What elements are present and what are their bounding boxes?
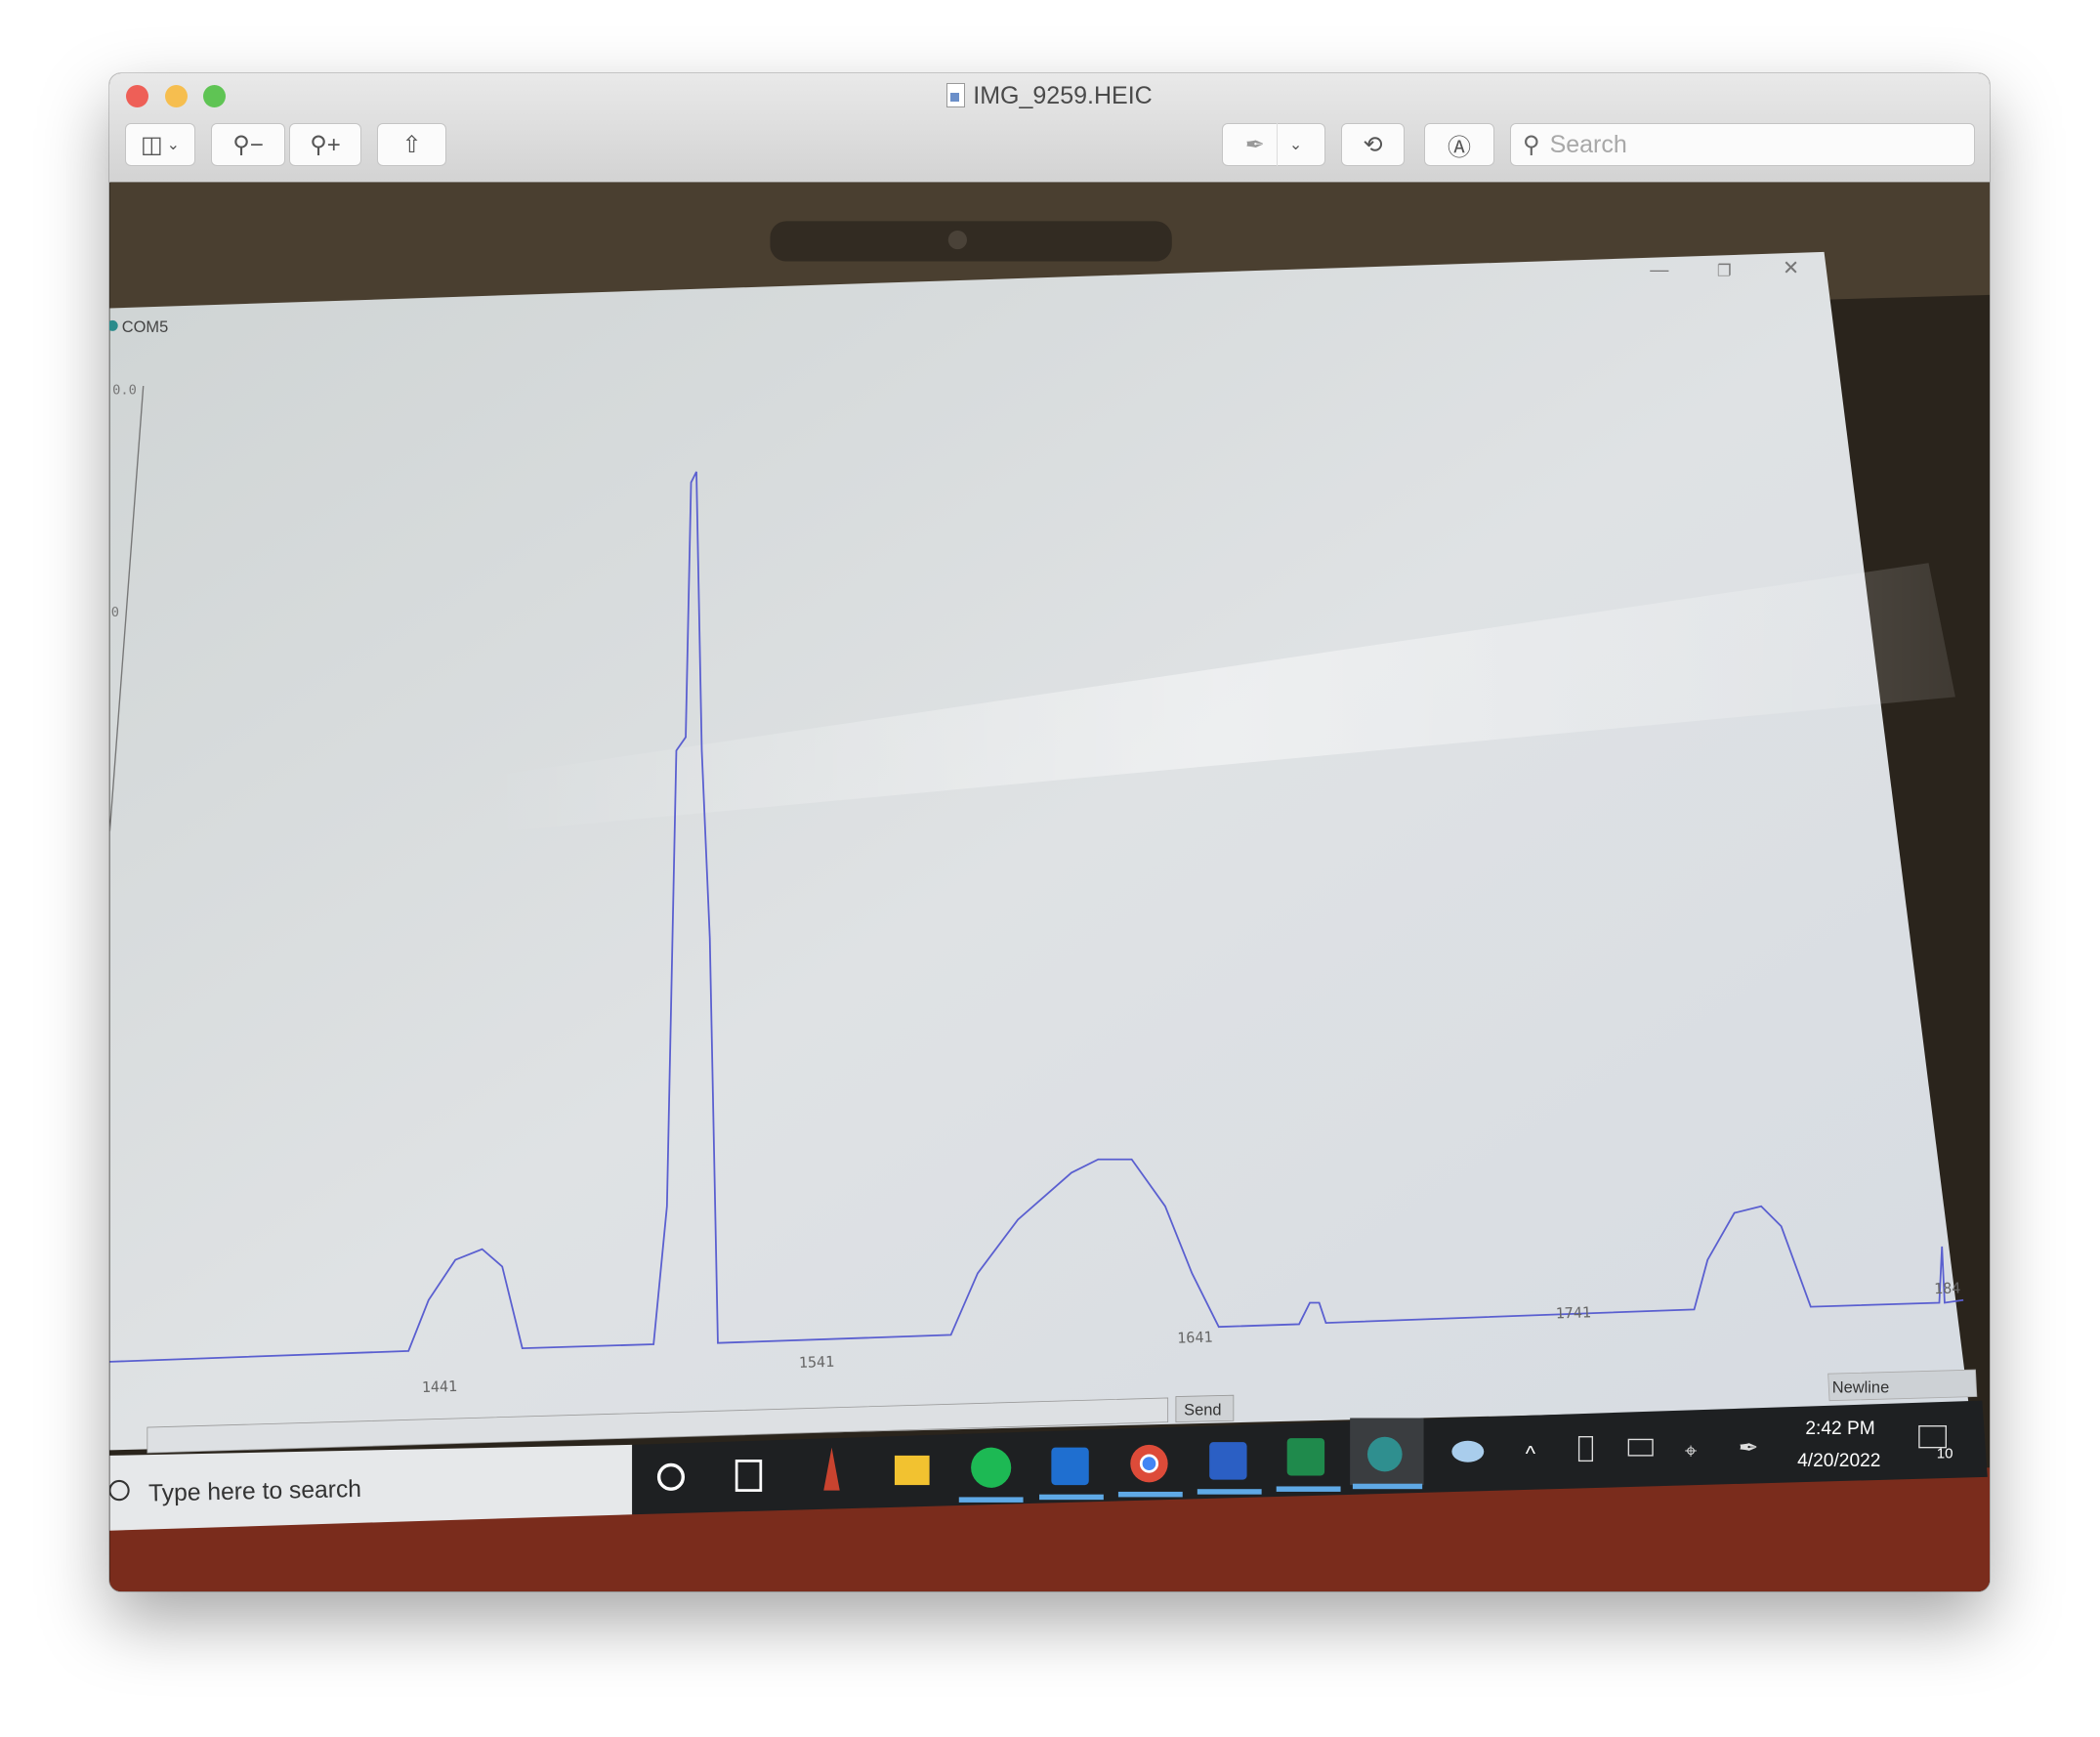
search-field[interactable]: ⚲ Search bbox=[1510, 123, 1975, 166]
zoom-out-icon: ⚲− bbox=[232, 131, 264, 158]
photo-image: — ❐ ✕ COM5 0.0 0 1441 1541 1641 1741 184… bbox=[109, 182, 1990, 1591]
onedrive-icon[interactable] bbox=[1451, 1440, 1485, 1462]
share-button[interactable]: ⇧ bbox=[377, 123, 446, 166]
zoom-out-button[interactable]: ⚲− bbox=[211, 123, 285, 166]
screen-minimize-icon[interactable]: — bbox=[1650, 261, 1669, 281]
chevron-down-icon: ⌄ bbox=[1288, 137, 1303, 153]
sidebar-icon: ◫ bbox=[140, 131, 163, 158]
screen-restore-icon[interactable]: ❐ bbox=[1717, 263, 1732, 280]
x-label: 1541 bbox=[799, 1353, 835, 1372]
share-icon: ⇧ bbox=[401, 131, 422, 158]
chevron-down-icon: ⌄ bbox=[166, 137, 181, 153]
outlook-icon[interactable] bbox=[1051, 1447, 1089, 1486]
file-explorer-icon[interactable] bbox=[894, 1455, 930, 1486]
markup-pen-icon: Ⓐ bbox=[1448, 134, 1471, 161]
chevron-up-icon[interactable]: ^ bbox=[1526, 1441, 1536, 1465]
x-label: 1641 bbox=[1177, 1329, 1213, 1347]
x-label: 184 bbox=[1934, 1279, 1961, 1297]
document-icon bbox=[946, 83, 966, 107]
port-label: COM5 bbox=[122, 318, 168, 336]
rotate-button[interactable]: ⟲ bbox=[1341, 123, 1405, 166]
zoom-in-button[interactable]: ⚲+ bbox=[289, 123, 361, 166]
search-icon: ⚲ bbox=[1523, 131, 1540, 158]
markup-highlight-button[interactable]: ✒ ⌄ bbox=[1222, 123, 1325, 166]
webcam-icon bbox=[947, 230, 967, 250]
divider bbox=[1276, 123, 1278, 166]
y-label: 0 bbox=[111, 605, 119, 620]
word-icon[interactable] bbox=[1209, 1442, 1247, 1480]
clock-date[interactable]: 4/20/2022 bbox=[1797, 1451, 1880, 1471]
arduino-taskbar-icon[interactable] bbox=[1366, 1436, 1403, 1472]
taskbar-search-text: Type here to search bbox=[148, 1476, 362, 1507]
screen-close-icon[interactable]: ✕ bbox=[1783, 257, 1799, 279]
zoom-in-icon: ⚲+ bbox=[310, 131, 341, 158]
pen-icon[interactable]: ✒ bbox=[1739, 1435, 1759, 1462]
screen bbox=[109, 251, 1969, 1451]
markup-toolbar-button[interactable]: Ⓐ bbox=[1424, 123, 1494, 166]
highlighter-icon: ✒ bbox=[1244, 131, 1265, 158]
excel-icon[interactable] bbox=[1286, 1438, 1325, 1476]
photo-content: — ❐ ✕ COM5 0.0 0 1441 1541 1641 1741 184… bbox=[109, 182, 1990, 1591]
title-bar: IMG_9259.HEIC ◫ ⌄ ⚲− ⚲+ ⇧ ✒ ⌄ ⟲ Ⓐ ⚲ Searc… bbox=[109, 73, 1990, 183]
notification-count: 10 bbox=[1937, 1446, 1953, 1462]
spotify-icon[interactable] bbox=[971, 1447, 1012, 1488]
x-label: 1441 bbox=[422, 1377, 458, 1396]
window-title: IMG_9259.HEIC bbox=[109, 81, 1990, 110]
y-label: 0.0 bbox=[112, 382, 137, 398]
line-ending-value: Newline bbox=[1832, 1378, 1889, 1396]
preview-window: IMG_9259.HEIC ◫ ⌄ ⚲− ⚲+ ⇧ ✒ ⌄ ⟲ Ⓐ ⚲ Searc… bbox=[109, 73, 1990, 1591]
webcam-area bbox=[770, 221, 1172, 262]
wifi-icon[interactable]: ⌖ bbox=[1685, 1439, 1697, 1463]
sidebar-button[interactable]: ◫ ⌄ bbox=[125, 123, 195, 166]
send-label: Send bbox=[1184, 1402, 1221, 1419]
rotate-left-icon: ⟲ bbox=[1363, 131, 1383, 158]
clock-time[interactable]: 2:42 PM bbox=[1805, 1419, 1874, 1439]
x-label: 1741 bbox=[1555, 1303, 1591, 1322]
